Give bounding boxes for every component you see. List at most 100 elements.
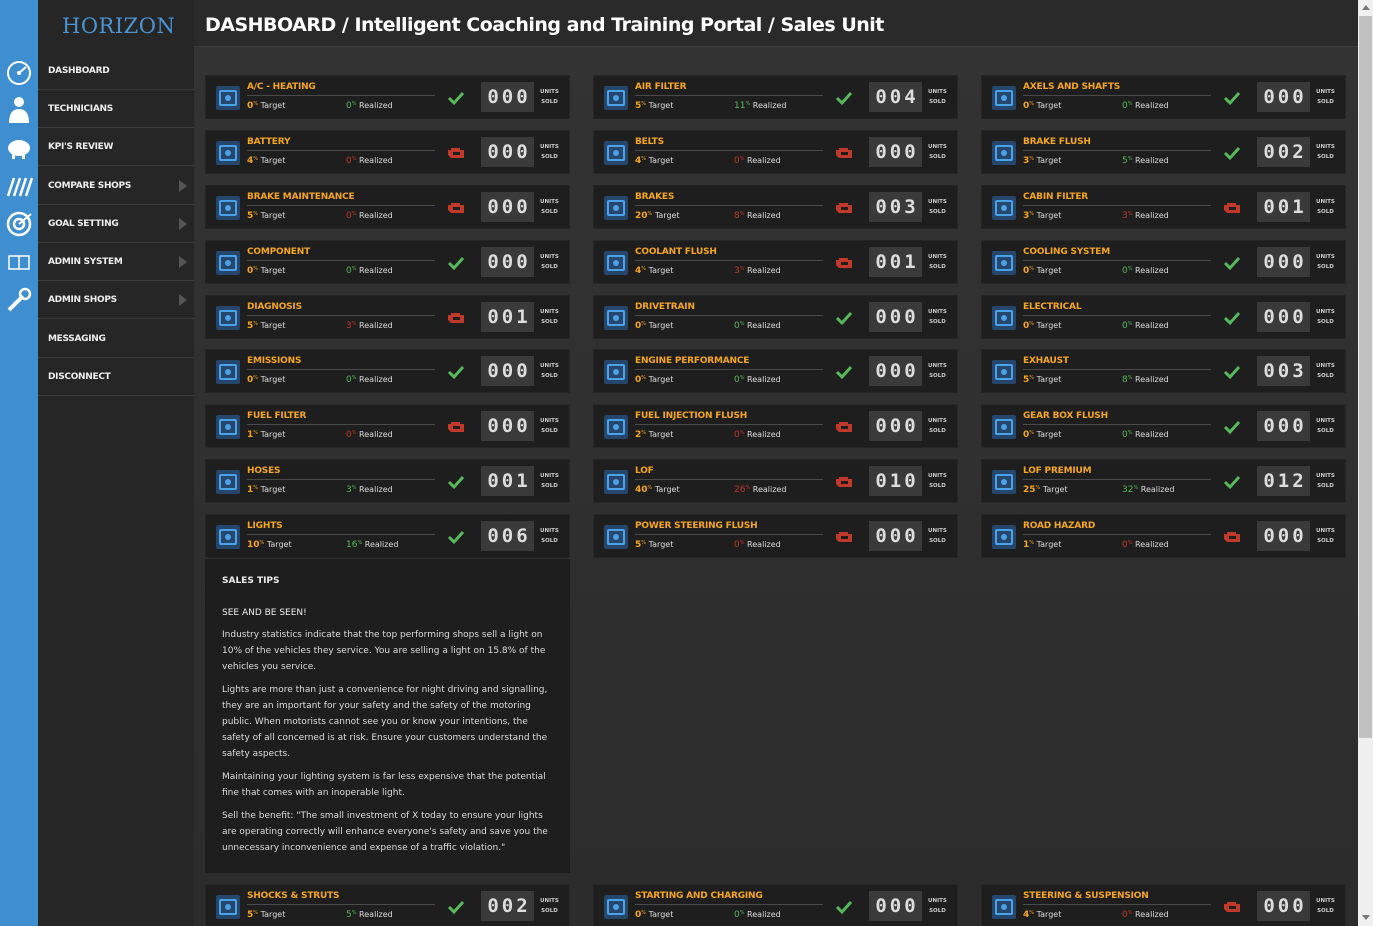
check-icon (447, 91, 465, 106)
service-card-lof-premium[interactable]: LOF PREMIUM 25% Target 32% Realized 012 UNIT… (981, 459, 1346, 503)
card-divider (635, 260, 823, 261)
service-card-brake-maintenance[interactable]: BRAKE MAINTENANCE 5% Target 0% Realized 000… (205, 185, 570, 229)
service-card-lights[interactable]: LIGHTS 10% Target 16% Realized 006 UNITS SOLD (205, 514, 570, 558)
target-percent-sign: % (647, 211, 653, 217)
engine-warning-icon (448, 203, 464, 213)
target-value: 20 (635, 211, 648, 221)
check-icon (835, 311, 853, 326)
scrollbar-thumb[interactable] (1359, 16, 1372, 738)
nav-item-label: DISCONNECT (48, 371, 111, 382)
service-card-coolant-flush[interactable]: COOLANT FLUSH 4% Target 3% Realized 001 UNIT… (593, 240, 958, 284)
nav-item-messaging[interactable]: MESSAGING (38, 320, 194, 358)
realized-percent-sign: % (739, 321, 745, 327)
service-card-air-filter[interactable]: AIR FILTER 5% Target 11% Realized 004 UNITS S… (593, 75, 958, 119)
realized-percent-sign: % (1127, 540, 1133, 546)
service-card-steering-suspension[interactable]: STEERING & SUSPENSION 4% Target 0% Realize… (981, 884, 1346, 926)
sales-tips-heading: SALES TIPS (222, 576, 280, 586)
realized-percent-sign: % (745, 485, 751, 491)
units-sold-label: UNITS SOLD (1316, 361, 1335, 381)
nav-item-admin-system[interactable]: ADMIN SYSTEM (38, 243, 194, 281)
card-target: 0% Target (247, 375, 285, 385)
nav-item-disconnect[interactable]: DISCONNECT (38, 358, 194, 396)
drivetrain-icon (604, 306, 628, 330)
service-card-shocks-struts[interactable]: SHOCKS & STRUTS 5% Target 5% Realized 002 UN… (205, 884, 570, 926)
card-title: BELTS (635, 137, 664, 147)
service-card-hoses[interactable]: HOSES 1% Target 3% Realized 001 UNITS SOLD (205, 459, 570, 503)
road-hazard-icon (992, 525, 1016, 549)
engine-warning-icon (836, 422, 852, 432)
diagnosis-icon (216, 306, 240, 330)
service-card-a-c-heating[interactable]: A/C - HEATING 0% Target 0% Realized 000 UNIT… (205, 75, 570, 119)
check-icon (835, 365, 853, 380)
units-sold-counter: 000 (481, 356, 534, 386)
service-card-fuel-injection-flush[interactable]: FUEL INJECTION FLUSH 2% Target 0% Realized… (593, 404, 958, 448)
service-card-diagnosis[interactable]: DIAGNOSIS 5% Target 3% Realized 001 UNITS SOL… (205, 295, 570, 339)
nav-item-kpi-s-review[interactable]: KPI'S REVIEW (38, 128, 194, 166)
page-title: DASHBOARD / Intelligent Coaching and Tra… (205, 14, 884, 36)
card-title: DIAGNOSIS (247, 302, 302, 312)
units-label: UNITS (1316, 418, 1335, 424)
hoses-icon (216, 470, 240, 494)
service-card-drivetrain[interactable]: DRIVETRAIN 0% Target 0% Realized 000 UNITS SO… (593, 295, 958, 339)
realized-percent-sign: % (745, 101, 751, 107)
realized-percent-sign: % (1127, 321, 1133, 327)
engine-warning-icon (836, 477, 852, 487)
service-card-brakes[interactable]: BRAKES 20% Target 8% Realized 003 UNITS SOLD (593, 185, 958, 229)
target-percent-sign: % (641, 430, 647, 436)
realized-percent-sign: % (1127, 101, 1133, 107)
service-card-component[interactable]: COMPONENT 0% Target 0% Realized 000 UNITS SOL… (205, 240, 570, 284)
service-card-belts[interactable]: BELTS 4% Target 0% Realized 000 UNITS SOLD (593, 130, 958, 174)
chevron-right-icon (179, 218, 187, 230)
service-card-cooling-system[interactable]: COOLING SYSTEM 0% Target 0% Realized 000 UNI… (981, 240, 1346, 284)
nav-item-dashboard[interactable]: DASHBOARD (38, 52, 194, 90)
scroll-down-arrow[interactable] (1362, 915, 1370, 920)
service-card-lof[interactable]: LOF 40% Target 26% Realized 010 UNITS SOLD (593, 459, 958, 503)
service-card-electrical[interactable]: ELECTRICAL 0% Target 0% Realized 000 UNITS SO… (981, 295, 1346, 339)
card-title: LIGHTS (247, 521, 283, 531)
card-title: DRIVETRAIN (635, 302, 695, 312)
air-filter-icon (604, 86, 628, 110)
service-card-power-steering-flush[interactable]: POWER STEERING FLUSH 5% Target 0% Realized… (593, 514, 958, 558)
target-label: Target (654, 211, 680, 220)
target-label: Target (648, 156, 674, 165)
service-card-cabin-filter[interactable]: CABIN FILTER 3% Target 3% Realized 001 UNITS… (981, 185, 1346, 229)
nav-item-admin-shops[interactable]: ADMIN SHOPS (38, 281, 194, 319)
card-divider (1023, 904, 1211, 905)
units-sold-label: UNITS SOLD (540, 87, 559, 107)
card-title: GEAR BOX FLUSH (1023, 411, 1108, 421)
battery-icon (216, 141, 240, 165)
units-sold-counter: 000 (1257, 891, 1310, 921)
nav-item-goal-setting[interactable]: GOAL SETTING (38, 205, 194, 243)
units-label: UNITS (540, 363, 559, 369)
service-card-exhaust[interactable]: EXHAUST 5% Target 8% Realized 003 UNITS SOLD (981, 349, 1346, 393)
service-card-engine-performance[interactable]: ENGINE PERFORMANCE 0% Target 0% Realized 00… (593, 349, 958, 393)
card-title: CABIN FILTER (1023, 192, 1089, 202)
realized-percent-sign: % (1127, 211, 1133, 217)
check-icon (1223, 475, 1241, 490)
target-percent-sign: % (253, 211, 259, 217)
units-sold-counter: 001 (1257, 192, 1310, 222)
service-card-axels-and-shafts[interactable]: AXELS AND SHAFTS 0% Target 0% Realized 000 U… (981, 75, 1346, 119)
service-card-battery[interactable]: BATTERY 4% Target 0% Realized 000 UNITS SOLD (205, 130, 570, 174)
header-divider (194, 46, 1358, 47)
card-title: POWER STEERING FLUSH (635, 521, 758, 531)
units-sold-label: UNITS SOLD (1316, 142, 1335, 162)
check-icon (1223, 365, 1241, 380)
sold-label: SOLD (1317, 154, 1334, 160)
sold-label: SOLD (1317, 538, 1334, 544)
target-percent-sign: % (1029, 375, 1035, 381)
nav-item-technicians[interactable]: TECHNICIANS (38, 90, 194, 128)
card-realized: 0% Realized (346, 101, 393, 111)
service-card-fuel-filter[interactable]: FUEL FILTER 1% Target 0% Realized 000 UNITS S… (205, 404, 570, 448)
service-card-gear-box-flush[interactable]: GEAR BOX FLUSH 0% Target 0% Realized 000 UNI… (981, 404, 1346, 448)
target-label: Target (648, 266, 674, 275)
nav-item-compare-shops[interactable]: COMPARE SHOPS (38, 167, 194, 205)
card-realized: 5% Realized (346, 910, 393, 920)
card-realized: 16% Realized (346, 540, 398, 550)
service-card-brake-flush[interactable]: BRAKE FLUSH 3% Target 5% Realized 002 UNITS S… (981, 130, 1346, 174)
service-card-emissions[interactable]: EMISSIONS 0% Target 0% Realized 000 UNITS SOL… (205, 349, 570, 393)
service-card-road-hazard[interactable]: ROAD HAZARD 1% Target 0% Realized 000 UNITS S… (981, 514, 1346, 558)
brakes-icon (604, 196, 628, 220)
service-card-starting-and-charging[interactable]: STARTING AND CHARGING 0% Target 0% Realize… (593, 884, 958, 926)
scroll-up-arrow[interactable] (1362, 5, 1370, 10)
